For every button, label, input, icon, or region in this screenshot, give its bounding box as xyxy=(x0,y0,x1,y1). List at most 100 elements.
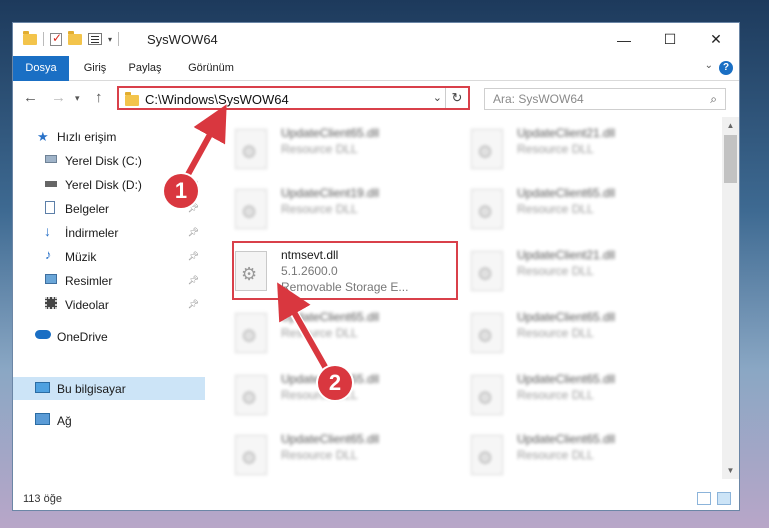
file-name: UpdateClient65.dll xyxy=(517,310,616,324)
window-controls: — ☐ ✕ xyxy=(601,23,739,56)
file-item[interactable]: UpdateClient21.dll Resource DLL xyxy=(471,245,693,299)
sidebar-item-onedrive[interactable]: OneDrive xyxy=(13,325,205,348)
file-type: Resource DLL xyxy=(517,448,594,462)
file-type: Resource DLL xyxy=(517,264,594,278)
sidebar-item-label: Bu bilgisayar xyxy=(57,381,126,396)
expand-ribbon-icon[interactable]: ⌄ xyxy=(705,60,713,71)
file-type: Resource DLL xyxy=(517,388,594,402)
sidebar-item-label: Ağ xyxy=(57,413,72,428)
sidebar-item-network[interactable]: Ağ xyxy=(13,409,205,432)
search-input[interactable]: Ara: SysWOW64 xyxy=(493,92,584,106)
address-path[interactable]: C:\Windows\SysWOW64 xyxy=(145,92,289,107)
pin-icon[interactable]: 📌︎ xyxy=(188,275,199,286)
download-arrow-icon: ↓ xyxy=(44,223,51,239)
close-button[interactable]: ✕ xyxy=(693,23,739,56)
dll-file-icon xyxy=(471,251,503,291)
tab-paylas[interactable]: Paylaş xyxy=(123,56,167,80)
pin-icon[interactable]: 📌︎ xyxy=(188,227,199,238)
callout-1-badge: 1 xyxy=(164,174,198,208)
sidebar-item-label: Videolar xyxy=(65,297,109,312)
dll-file-icon xyxy=(471,435,503,475)
tiles-view-icon[interactable] xyxy=(717,492,731,505)
file-name: UpdateClient65.dll xyxy=(281,310,380,324)
dll-file-icon xyxy=(235,375,267,415)
scroll-down-arrow-icon[interactable]: ▼ xyxy=(722,462,739,479)
recent-locations-icon[interactable]: ▾ xyxy=(75,93,80,104)
tab-gorunum[interactable]: Görünüm xyxy=(181,56,241,80)
cloud-icon xyxy=(35,330,51,339)
file-item[interactable]: UpdateClient65.dll Resource DLL xyxy=(471,369,693,423)
navigation-pane: ★ Hızlı erişim Yerel Disk (C:) Yerel Dis… xyxy=(13,117,205,479)
help-icon[interactable]: ? xyxy=(719,61,733,75)
file-highlight-box xyxy=(232,241,458,300)
drive-icon xyxy=(45,181,57,187)
sidebar-item-this-pc[interactable]: Bu bilgisayar xyxy=(13,377,205,400)
file-type: Resource DLL xyxy=(281,142,358,156)
sidebar-item-disk-c[interactable]: Yerel Disk (C:) xyxy=(13,149,205,172)
film-icon xyxy=(45,297,57,309)
toolbar-separator xyxy=(43,32,44,46)
sidebar-item-label: Müzik xyxy=(65,249,97,264)
refresh-icon[interactable]: ↻ xyxy=(445,88,468,108)
search-icon[interactable]: ⌕ xyxy=(710,92,717,107)
dll-file-icon xyxy=(471,189,503,229)
view-options-icon[interactable] xyxy=(88,33,102,45)
dll-file-icon xyxy=(235,129,267,169)
file-item[interactable]: UpdateClient65.dll Resource DLL xyxy=(471,429,693,479)
pin-icon[interactable]: 📌︎ xyxy=(188,251,199,262)
customize-dropdown-icon[interactable]: ▾ xyxy=(108,35,112,44)
file-name: UpdateClient65.dll xyxy=(517,372,616,386)
minimize-button[interactable]: — xyxy=(601,23,647,56)
pin-icon[interactable]: 📌︎ xyxy=(188,299,199,310)
sidebar-item-music[interactable]: ♪ Müzik 📌︎ xyxy=(13,245,205,268)
quick-access-toolbar: ▾ xyxy=(23,30,120,46)
properties-check-icon[interactable] xyxy=(50,31,62,46)
drive-icon xyxy=(45,155,57,163)
file-item[interactable]: UpdateClient65.dll Resource DLL xyxy=(235,429,457,479)
dll-file-icon xyxy=(471,313,503,353)
sidebar-item-videos[interactable]: Videolar 📌︎ xyxy=(13,293,205,316)
file-name: UpdateClient21.dll xyxy=(517,248,616,262)
sidebar-item-quick-access[interactable]: ★ Hızlı erişim xyxy=(13,125,205,148)
up-arrow-icon[interactable]: ↑ xyxy=(95,89,103,106)
sidebar-item-label: Yerel Disk (C:) xyxy=(65,153,142,168)
explorer-window: ▾ SysWOW64 — ☐ ✕ Dosya Giriş Paylaş Görü… xyxy=(12,22,740,511)
tab-giris[interactable]: Giriş xyxy=(75,56,115,80)
forward-arrow-icon[interactable]: → xyxy=(51,89,66,106)
scroll-up-arrow-icon[interactable]: ▲ xyxy=(722,117,739,134)
file-item[interactable]: UpdateClient65.dll Resource DLL xyxy=(471,307,693,361)
folder-icon xyxy=(125,92,139,106)
folder-icon[interactable] xyxy=(23,30,37,45)
item-count: 113 öğe xyxy=(23,493,62,505)
file-item[interactable]: UpdateClient65.dll Resource DLL xyxy=(235,123,457,177)
callout-2-badge: 2 xyxy=(318,366,352,400)
file-item[interactable]: UpdateClient21.dll Resource DLL xyxy=(471,123,693,177)
sidebar-item-downloads[interactable]: ↓ İndirmeler 📌︎ xyxy=(13,221,205,244)
search-box[interactable]: Ara: SysWOW64 ⌕ xyxy=(484,88,726,110)
address-dropdown-icon[interactable]: ⌄ xyxy=(433,91,442,104)
file-type: Resource DLL xyxy=(517,326,594,340)
sidebar-item-pictures[interactable]: Resimler 📌︎ xyxy=(13,269,205,292)
dll-file-icon xyxy=(235,435,267,475)
network-icon xyxy=(35,413,50,425)
address-bar[interactable]: C:\Windows\SysWOW64 ⌄ ↻ xyxy=(117,86,470,110)
ribbon-tabs: Dosya Giriş Paylaş Görünüm ⌄ ? xyxy=(13,56,739,110)
status-bar: 113 öğe xyxy=(13,488,739,510)
new-folder-icon[interactable] xyxy=(68,30,82,45)
maximize-button[interactable]: ☐ xyxy=(647,23,693,56)
sidebar-item-label: Belgeler xyxy=(65,201,110,216)
file-type: Resource DLL xyxy=(517,142,594,156)
file-item[interactable]: UpdateClient65.dll Resource DLL xyxy=(471,183,693,237)
navigation-bar: ← → ▾ ↑ C:\Windows\SysWOW64 ⌄ ↻ Ara: Sys… xyxy=(13,81,739,115)
file-item[interactable]: UpdateClient19.dll Resource DLL xyxy=(235,183,457,237)
back-arrow-icon[interactable]: ← xyxy=(23,89,38,106)
dll-file-icon xyxy=(235,189,267,229)
dll-file-icon xyxy=(471,375,503,415)
vertical-scrollbar[interactable]: ▲ ▼ xyxy=(722,117,739,479)
file-type: Resource DLL xyxy=(281,448,358,462)
window-title: SysWOW64 xyxy=(147,32,218,47)
scroll-thumb[interactable] xyxy=(724,135,737,183)
file-item[interactable]: UpdateClient65.dll Resource DLL xyxy=(235,307,457,361)
details-view-icon[interactable] xyxy=(697,492,711,505)
file-name: UpdateClient21.dll xyxy=(517,126,616,140)
